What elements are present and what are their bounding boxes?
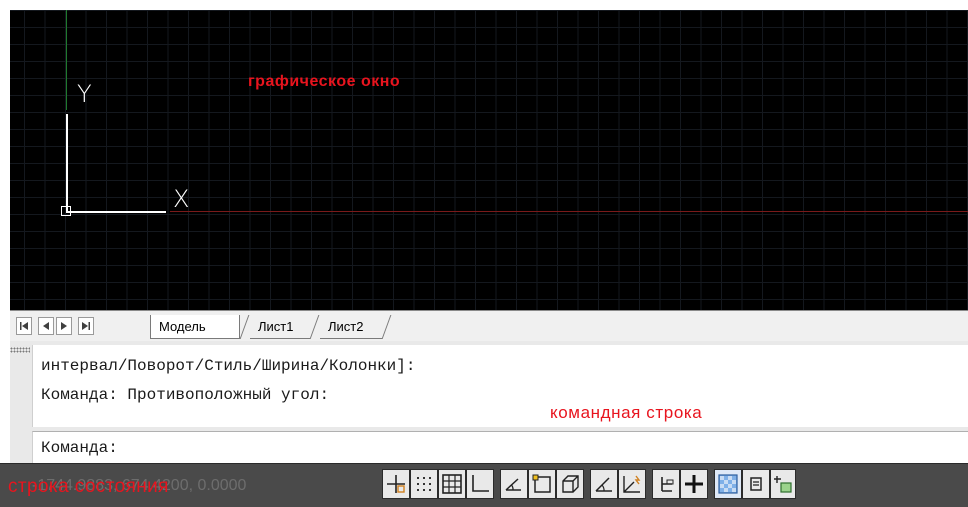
object-snap-icon bbox=[532, 474, 551, 493]
ortho-mode-icon bbox=[472, 475, 489, 492]
transparency-icon bbox=[718, 474, 738, 494]
next-tab-button[interactable] bbox=[56, 317, 72, 335]
history-line: Команда: Противоположный угол: bbox=[41, 386, 330, 404]
quick-properties-icon bbox=[750, 477, 762, 491]
selection-cycling-icon bbox=[774, 476, 792, 493]
dynamic-ucs-icon bbox=[623, 475, 641, 493]
object-snap-button[interactable] bbox=[528, 469, 556, 499]
graphics-window-annotation: графическое окно bbox=[248, 73, 401, 90]
dynamic-input-icon bbox=[661, 477, 674, 492]
first-tab-button[interactable] bbox=[16, 317, 32, 335]
snap-mode-button[interactable] bbox=[410, 469, 438, 499]
grid-minor bbox=[10, 10, 968, 310]
3d-object-snap-button[interactable] bbox=[556, 469, 584, 499]
command-input[interactable] bbox=[123, 435, 964, 461]
status-bar-annotation: строка состояния bbox=[8, 476, 169, 497]
dynamic-ucs-button[interactable] bbox=[618, 469, 646, 499]
infer-constraints-button[interactable] bbox=[382, 469, 410, 499]
tab-model[interactable]: Модель bbox=[150, 315, 240, 339]
selection-cycling-button[interactable] bbox=[770, 469, 796, 499]
drag-grip-icon[interactable] bbox=[10, 347, 30, 353]
tab-sheet1[interactable]: Лист1 bbox=[250, 315, 310, 339]
tab-divider bbox=[239, 315, 250, 339]
ucs-y-label: Y bbox=[77, 80, 92, 108]
first-tab-icon bbox=[20, 322, 28, 330]
ucs-icon-y-arm bbox=[66, 114, 68, 212]
grid-display-button[interactable] bbox=[438, 469, 466, 499]
tab-divider bbox=[309, 315, 320, 339]
tab-sheet2[interactable]: Лист2 bbox=[320, 315, 382, 339]
previous-tab-icon bbox=[43, 322, 49, 330]
command-prompt: Команда: bbox=[41, 439, 118, 457]
lineweight-button[interactable] bbox=[680, 469, 708, 499]
object-snap-tracking-icon bbox=[595, 477, 612, 492]
dynamic-input-button[interactable] bbox=[652, 469, 680, 499]
lineweight-icon bbox=[685, 475, 703, 493]
command-line-window: интервал/Поворот/Стиль/Ширина/Колонки]: … bbox=[10, 341, 968, 464]
layout-tabs-bar: Модель Лист1 Лист2 bbox=[10, 310, 968, 341]
grid-display-icon bbox=[442, 474, 462, 494]
3d-object-snap-icon bbox=[562, 475, 579, 493]
y-axis-line bbox=[66, 10, 67, 110]
history-line: интервал/Поворот/Стиль/Ширина/Колонки]: bbox=[41, 357, 416, 375]
status-bar: -1744.9883, 674.4200, 0.0000 строка сост… bbox=[0, 463, 968, 507]
graphics-window[interactable]: Y X графическое окно bbox=[10, 10, 968, 310]
snap-mode-icon bbox=[417, 477, 431, 491]
polar-tracking-icon bbox=[505, 478, 521, 491]
polar-tracking-button[interactable] bbox=[500, 469, 528, 499]
next-tab-icon bbox=[61, 322, 67, 330]
command-history: интервал/Поворот/Стиль/Ширина/Колонки]: … bbox=[32, 345, 968, 427]
command-line-annotation: командная строка bbox=[550, 403, 703, 422]
infer-constraints-icon bbox=[387, 475, 405, 493]
tab-divider bbox=[381, 315, 392, 339]
ucs-icon-x-arm bbox=[66, 211, 166, 213]
last-tab-button[interactable] bbox=[78, 317, 94, 335]
object-snap-tracking-button[interactable] bbox=[590, 469, 618, 499]
ucs-x-label: X bbox=[173, 185, 190, 213]
transparency-button[interactable] bbox=[714, 469, 742, 499]
ucs-origin-icon bbox=[61, 206, 71, 216]
previous-tab-button[interactable] bbox=[38, 317, 54, 335]
ortho-mode-button[interactable] bbox=[466, 469, 494, 499]
last-tab-icon bbox=[82, 322, 90, 330]
quick-properties-button[interactable] bbox=[742, 469, 770, 499]
x-axis-line bbox=[170, 211, 968, 212]
command-input-row: Команда: bbox=[32, 431, 968, 464]
